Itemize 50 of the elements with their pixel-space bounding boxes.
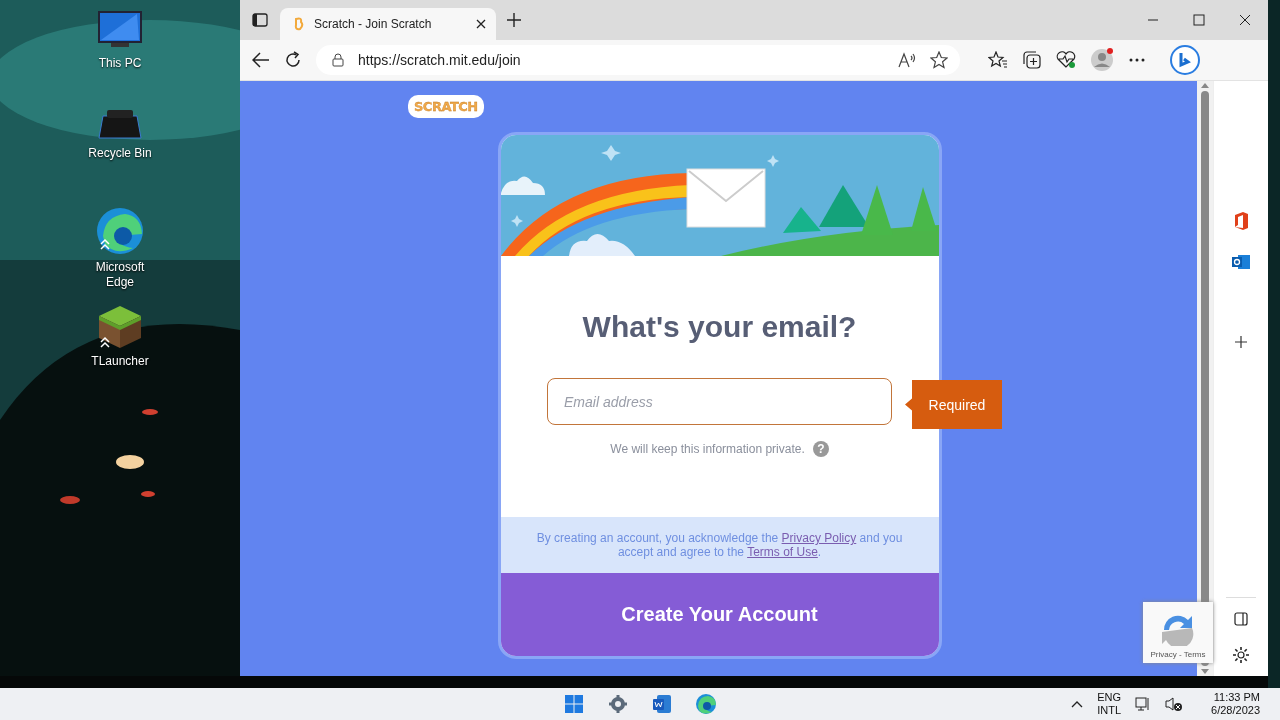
star-icon[interactable] [930,51,948,69]
lock-icon [332,53,344,67]
scratch-cat-icon [294,17,304,31]
new-tab-icon[interactable] [506,12,522,28]
profile-icon[interactable] [1090,48,1114,72]
privacy-note: We will keep this information private. [610,442,805,456]
create-account-button[interactable]: Create Your Account [500,573,939,656]
side-panel-icon[interactable] [1234,612,1248,626]
word-icon[interactable] [650,692,674,716]
add-icon[interactable] [1234,335,1248,349]
more-icon[interactable] [1128,57,1146,63]
recaptcha-links[interactable]: Privacy - Terms [1150,650,1206,659]
email-field[interactable]: Email address [547,378,893,425]
chat-bubble-icon[interactable] [1170,45,1200,75]
icon-label: TLauncher [91,354,149,369]
tab-actions-icon[interactable] [252,12,268,28]
network-icon[interactable] [1135,696,1152,712]
favorites-icon[interactable] [988,51,1008,69]
back-icon[interactable] [252,52,270,68]
grass-block-icon[interactable] [97,304,143,350]
settings-icon[interactable] [1232,646,1250,664]
edge-icon[interactable] [95,206,145,256]
icon-label: This PC [98,56,142,71]
recaptcha-badge[interactable]: Privacy - Terms [1143,602,1213,663]
clock-time[interactable]: 11:33 PM [1213,691,1260,704]
validation-tooltip: Required [905,380,1002,429]
bin-icon[interactable] [97,108,143,142]
edge-icon[interactable] [694,692,718,716]
keyboard-layout[interactable]: INTL [1097,704,1122,717]
icon-label: Recycle Bin [88,146,152,161]
language-indicator[interactable]: ENG [1097,691,1122,704]
refresh-icon[interactable] [284,51,302,69]
browser-tab[interactable]: Scratch - Join Scratch [280,8,496,40]
terms-text: By creating an account, you acknowledge the Privacy Policy and you accept and agree to the Terms of Use. [535,531,904,559]
url-text: https://scratch.mit.edu/join [358,52,522,68]
mail-icon[interactable] [1231,253,1251,271]
read-aloud-icon[interactable] [898,52,916,68]
collections-icon[interactable] [1022,51,1042,69]
link[interactable]: Privacy Policy [781,531,857,545]
close-icon[interactable] [476,19,486,29]
link[interactable]: Terms of Use [747,545,818,559]
chevron-up-icon[interactable] [1071,700,1084,708]
clock-date[interactable]: 6/28/2023 [1211,704,1260,717]
heading: What's your email? [582,310,857,344]
address-bar[interactable]: https://scratch.mit.edu/join [316,45,960,75]
muted-speaker-icon[interactable] [1165,696,1184,712]
office-icon[interactable] [1232,211,1250,231]
heart-pulse-icon[interactable] [1056,51,1076,69]
windows-start-icon[interactable] [562,692,586,716]
icon-label: Microsoft Edge [94,260,146,290]
